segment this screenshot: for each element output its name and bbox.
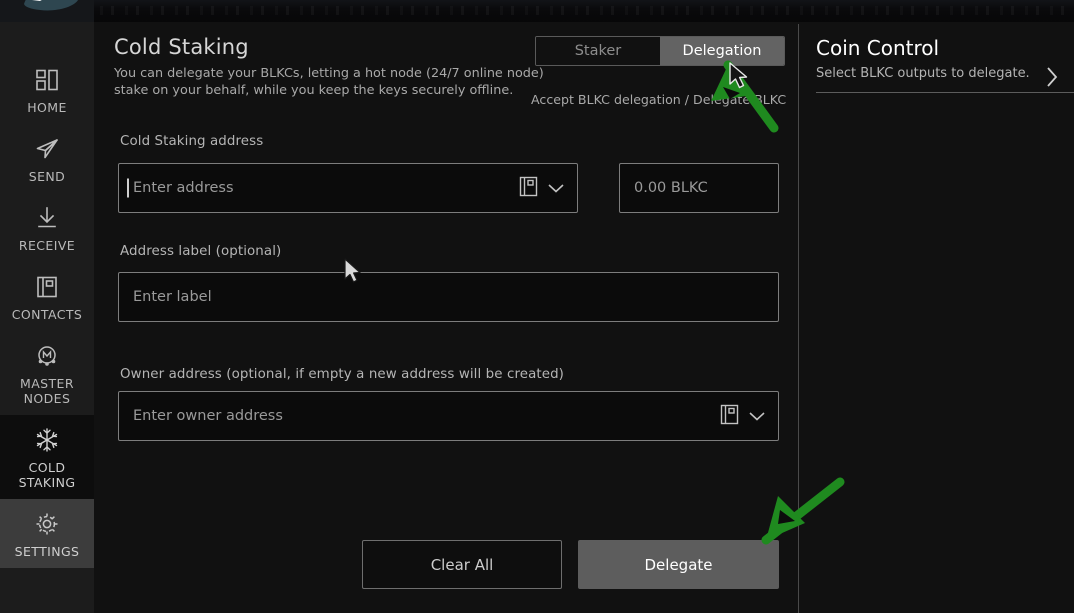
window-title-bar [0, 0, 1074, 22]
address-label-label: Address label (optional) [120, 244, 282, 259]
coin-control-subtitle: Select BLKC outputs to delegate. [816, 66, 1030, 81]
app-window: HOME SEND RECEIVE CONTACTS MASTER NODES … [0, 0, 1074, 613]
sidebar: HOME SEND RECEIVE CONTACTS MASTER NODES … [0, 0, 94, 613]
coin-control-title: Coin Control [816, 36, 940, 60]
chevron-down-icon[interactable] [547, 179, 565, 198]
amount-placeholder: 0.00 BLKC [634, 180, 708, 196]
title-bar-texture [0, 6, 1074, 15]
address-label-input[interactable]: Enter label [118, 272, 779, 322]
snowflake-icon [34, 425, 60, 455]
chevron-right-icon[interactable] [1045, 65, 1059, 93]
delegate-button[interactable]: Delegate [578, 540, 779, 589]
sidebar-item-label: COLD STAKING [18, 460, 76, 490]
sidebar-item-master-nodes[interactable]: MASTER NODES [0, 331, 94, 415]
mode-toggle-group: Staker Delegation [535, 36, 785, 66]
sidebar-item-label: HOME [27, 100, 67, 115]
dashboard-icon [34, 65, 60, 95]
owner-address-label: Owner address (optional, if empty a new … [120, 367, 565, 382]
tab-staker[interactable]: Staker [536, 37, 660, 65]
sidebar-item-send[interactable]: SEND [0, 124, 94, 193]
mode-toggle-note: Accept BLKC delegation / Delegate BLKC [531, 92, 787, 107]
gear-icon [34, 509, 60, 539]
chevron-down-icon[interactable] [748, 407, 766, 426]
sidebar-item-label: MASTER NODES [20, 376, 74, 406]
page-title: Cold Staking [114, 35, 249, 59]
sidebar-item-label: CONTACTS [11, 307, 83, 322]
owner-address-input[interactable]: Enter owner address [118, 391, 779, 441]
tab-delegation[interactable]: Delegation [660, 37, 784, 65]
text-caret [127, 178, 129, 198]
sidebar-nav: HOME SEND RECEIVE CONTACTS MASTER NODES … [0, 55, 94, 568]
send-plane-icon [34, 134, 60, 164]
cold-staking-address-placeholder: Enter address [133, 180, 234, 196]
sidebar-item-contacts[interactable]: CONTACTS [0, 262, 94, 331]
clear-all-button[interactable]: Clear All [362, 540, 562, 589]
address-book-icon [34, 272, 60, 302]
sidebar-item-label: SETTINGS [14, 544, 80, 559]
sidebar-item-cold-staking[interactable]: COLD STAKING [0, 415, 94, 499]
sidebar-item-settings[interactable]: SETTINGS [0, 499, 94, 568]
sidebar-item-home[interactable]: HOME [0, 55, 94, 124]
sidebar-item-receive[interactable]: RECEIVE [0, 193, 94, 262]
cold-staking-address-label: Cold Staking address [120, 134, 264, 149]
masternode-icon [34, 341, 60, 371]
amount-input[interactable]: 0.00 BLKC [619, 163, 779, 213]
logo-swoosh-icon [24, 0, 78, 11]
address-book-icon[interactable] [519, 176, 538, 201]
panel-divider [798, 24, 799, 613]
cold-staking-address-input[interactable]: Enter address [118, 163, 578, 213]
sidebar-item-label: SEND [28, 169, 66, 184]
page-description: You can delegate your BLKCs, letting a h… [114, 66, 544, 98]
coin-control-panel: Coin Control Select BLKC outputs to dele… [799, 22, 1074, 613]
sidebar-item-label: RECEIVE [18, 238, 76, 253]
address-label-placeholder: Enter label [133, 289, 212, 305]
download-icon [34, 203, 60, 233]
main-panel: Cold Staking You can delegate your BLKCs… [94, 22, 798, 613]
app-logo [0, 0, 94, 22]
owner-address-placeholder: Enter owner address [133, 408, 283, 424]
coin-control-rule [816, 92, 1074, 93]
address-book-icon[interactable] [720, 404, 739, 429]
